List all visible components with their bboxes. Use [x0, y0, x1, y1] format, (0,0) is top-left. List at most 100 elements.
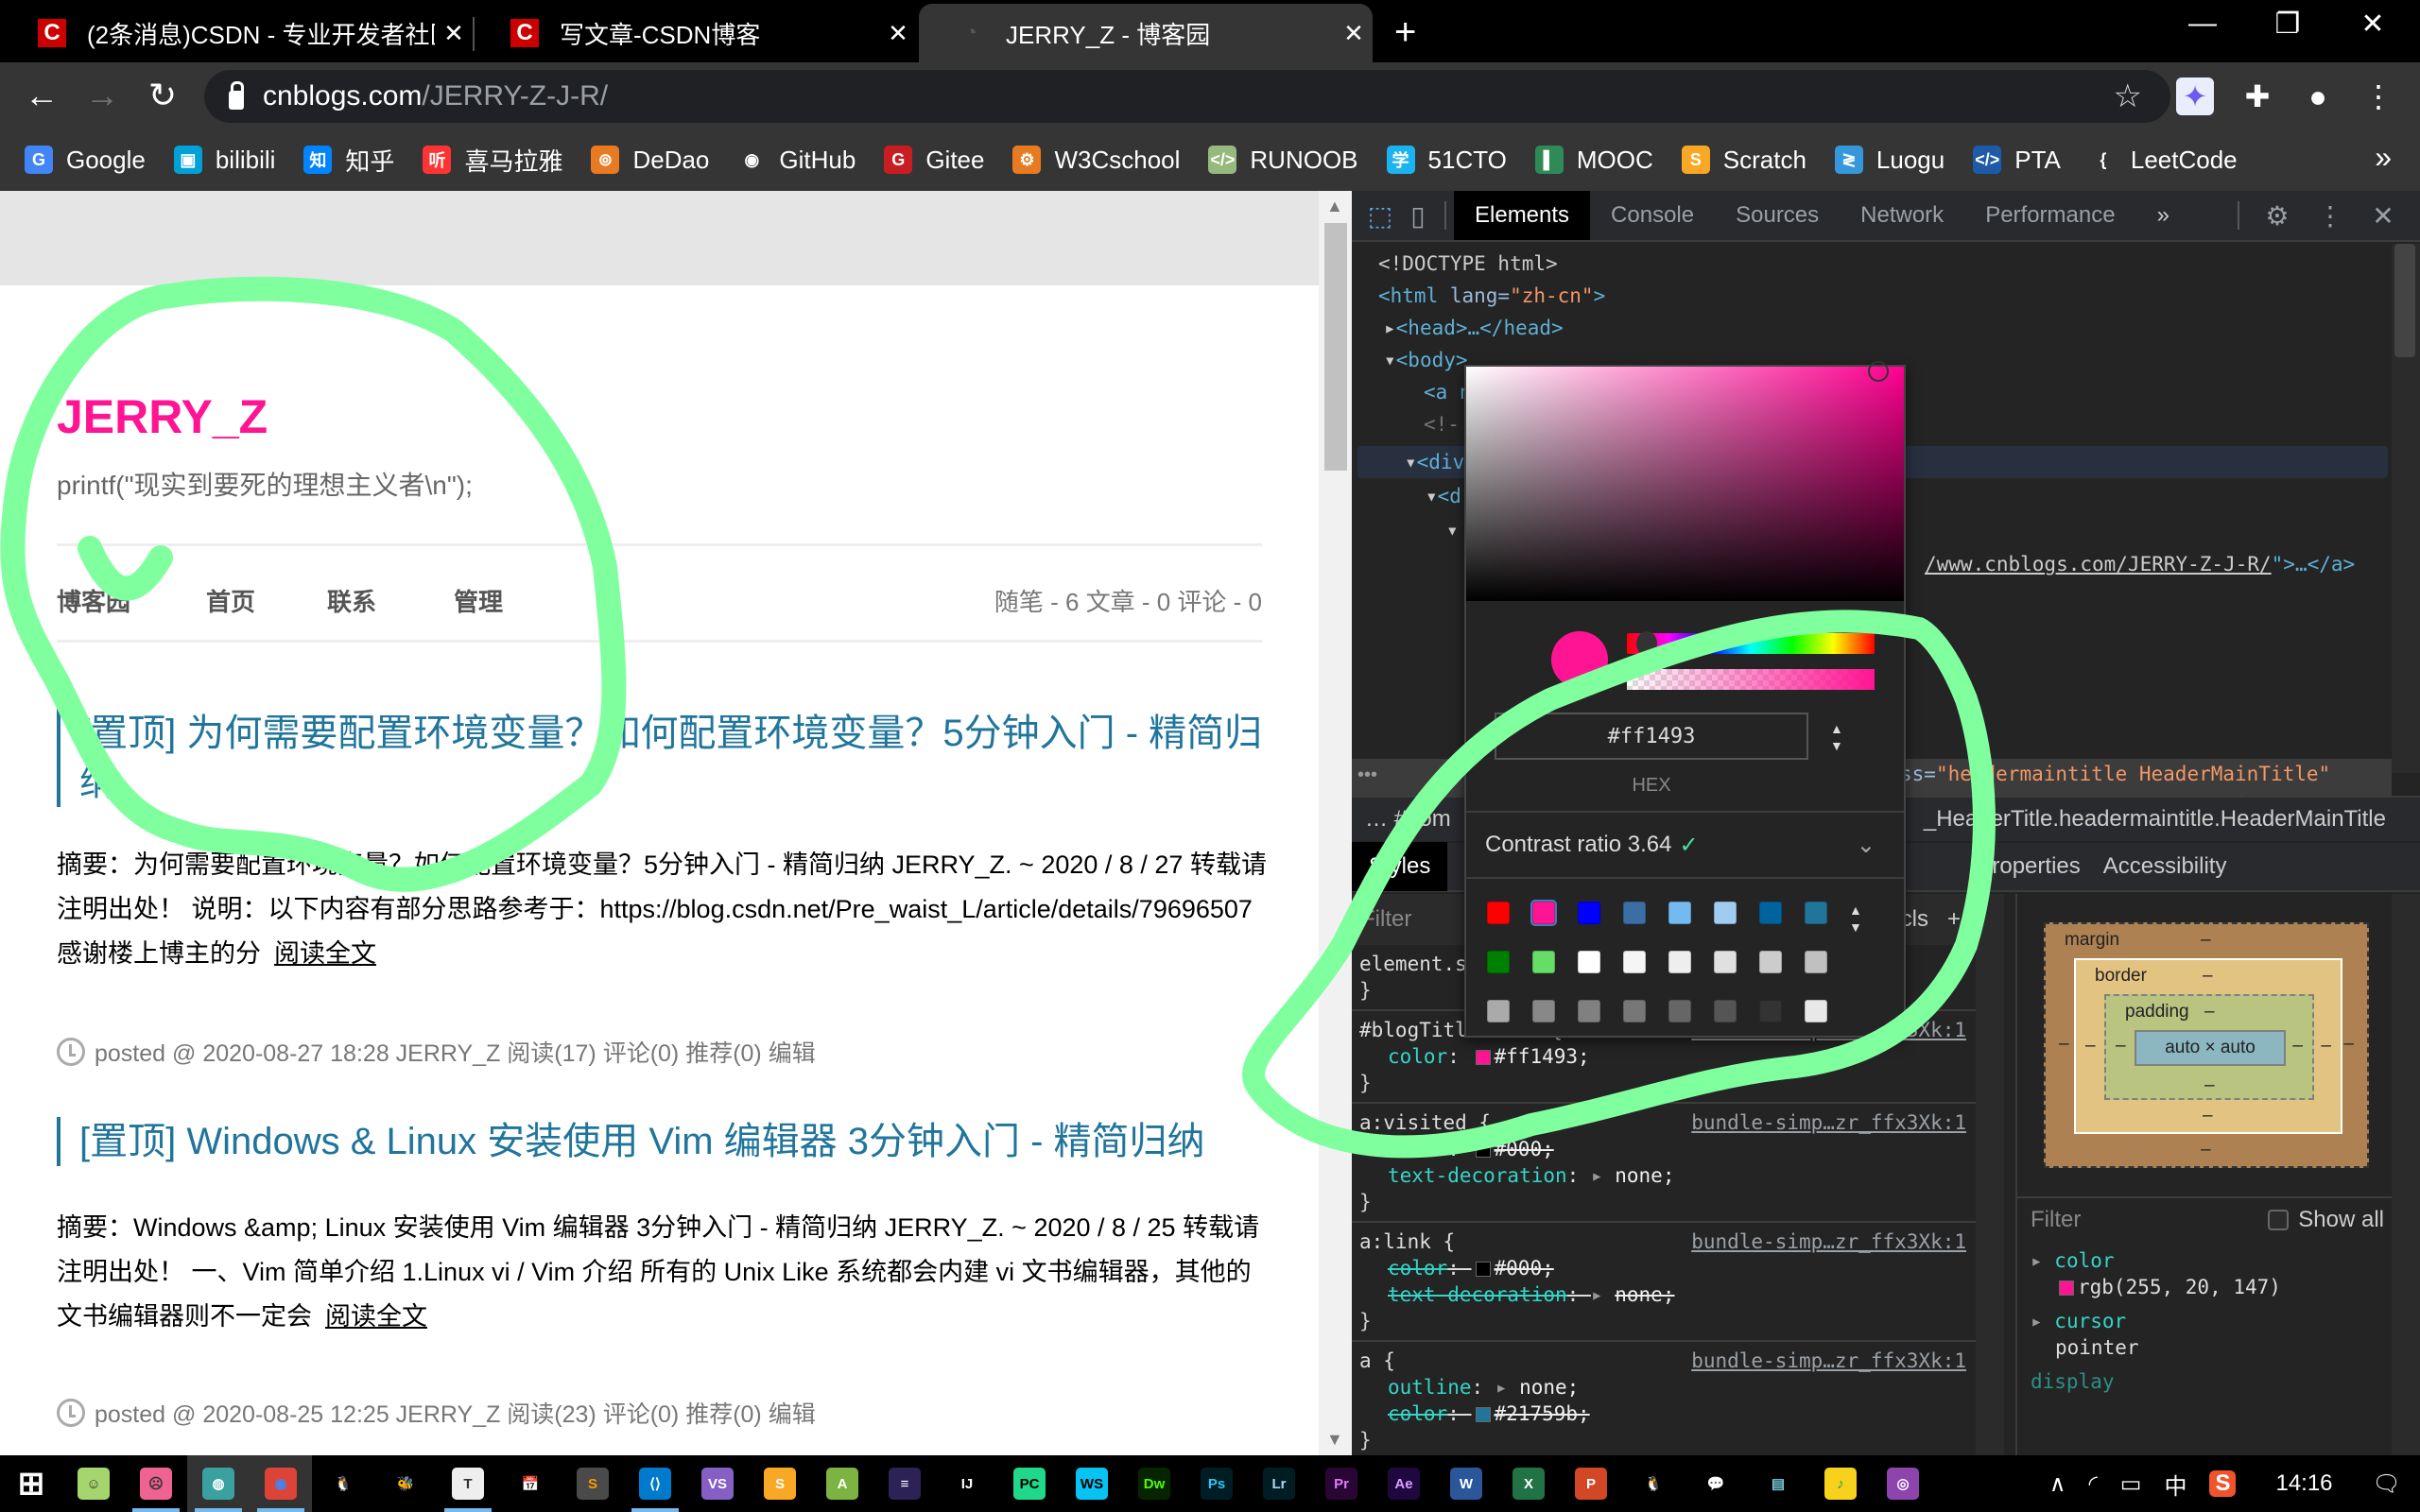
battery-icon[interactable]: ▭	[2120, 1470, 2142, 1498]
color-swatch-icon[interactable]	[1475, 1262, 1491, 1277]
hue-slider-handle[interactable]	[1636, 631, 1657, 656]
subtab-accessibility[interactable]: Accessibility	[2103, 853, 2227, 880]
inspect-element-icon[interactable]: ⬚	[1361, 197, 1399, 234]
url-text[interactable]: cnblogs.com/JERRY-Z-J-R/	[263, 80, 608, 112]
taskbar-powerpoint[interactable]: P	[1560, 1455, 1622, 1512]
collapse-triangle-icon[interactable]: ▾	[1405, 451, 1417, 473]
palette-swatch[interactable]	[1805, 1000, 1827, 1022]
post-title-link[interactable]: [置顶] 为何需要配置环境变量？如何配置环境变量？5分钟入门 - 精简归纳	[57, 709, 1276, 807]
collapse-triangle-icon[interactable]: ▾	[1384, 349, 1396, 371]
reload-icon[interactable]: ↻	[142, 76, 183, 115]
browser-menu-icon[interactable]: ⋮	[2360, 77, 2397, 115]
taskbar-qq-linux[interactable]: 🐧	[312, 1455, 374, 1512]
color-swatch-icon[interactable]	[1475, 1143, 1491, 1158]
rule-source-link[interactable]: bundle-simp…zr_ffx3Xk:1	[1691, 1228, 1966, 1255]
property-value[interactable]: #000;	[1495, 1257, 1554, 1280]
palette-swatch[interactable]	[1668, 951, 1691, 973]
taskbar-excel[interactable]: X	[1497, 1455, 1560, 1512]
taskbar-webstorm[interactable]: WS	[1061, 1455, 1123, 1512]
bookmark-leetcode[interactable]: {LeetCode	[2088, 146, 2238, 175]
palette-swatch[interactable]	[1487, 951, 1510, 973]
expand-triangle-icon[interactable]: ▸	[1495, 1376, 1519, 1399]
read-more-link[interactable]: 阅读全文	[325, 1302, 427, 1331]
color-handle[interactable]	[1868, 361, 1889, 382]
minimize-button[interactable]: —	[2174, 8, 2231, 40]
tab-elements[interactable]: Elements	[1454, 191, 1591, 240]
palette-swatch[interactable]	[1532, 1000, 1555, 1022]
wifi-icon[interactable]: ◜	[2088, 1470, 2097, 1498]
sogou-input-icon[interactable]: S	[2209, 1470, 2237, 1497]
taskbar-qq-music[interactable]: ♪	[1809, 1455, 1872, 1512]
property-value[interactable]: none;	[1615, 1164, 1674, 1187]
browser-tab-cnblogs[interactable]: ◔ JERRY_Z - 博客园 ✕	[919, 4, 1373, 62]
palette-swatch[interactable]	[1623, 1000, 1646, 1022]
alpha-slider[interactable]	[1627, 669, 1875, 690]
color-swatch-icon[interactable]	[1475, 1407, 1491, 1422]
rule-source-link[interactable]: bundle-simp…zr_ffx3Xk:1	[1691, 1348, 1966, 1374]
device-toolbar-icon[interactable]: ▯	[1399, 197, 1437, 234]
palette-swatch[interactable]	[1805, 951, 1827, 973]
taskbar-dreamweaver[interactable]: Dw	[1123, 1455, 1185, 1512]
saturation-value-area[interactable]	[1466, 361, 1904, 601]
style-declaration[interactable]: outline: ▸ none;	[1359, 1374, 1968, 1400]
taskbar-visual-studio[interactable]: VS	[686, 1455, 749, 1512]
style-declaration[interactable]: text-decoration: ▸ none;	[1359, 1281, 1968, 1308]
expand-triangle-icon[interactable]: ▸	[1591, 1283, 1615, 1306]
bookmarks-overflow-icon[interactable]: »	[2375, 140, 2392, 175]
tab-close-icon[interactable]: ✕	[435, 19, 473, 48]
expand-triangle-icon[interactable]: ▸	[1591, 1164, 1615, 1187]
taskbar-typora[interactable]: T	[437, 1455, 499, 1512]
property-value[interactable]: none;	[1615, 1283, 1674, 1306]
palette-swatch[interactable]	[1714, 951, 1737, 973]
palette-swatch[interactable]	[1623, 902, 1646, 924]
property-name[interactable]: color	[1388, 1257, 1447, 1280]
current-color-swatch[interactable]	[1551, 631, 1608, 688]
dom-comment-node[interactable]: <!-	[1424, 408, 1460, 440]
computed-property[interactable]: ▸ cursor pointer	[2017, 1304, 2394, 1365]
computed-property[interactable]: display	[2017, 1365, 2394, 1399]
nav-contact[interactable]: 联系	[327, 583, 376, 618]
bookmark--[interactable]: 听喜马拉雅	[423, 143, 562, 178]
tray-overflow-chevron-icon[interactable]: ∧	[2049, 1470, 2066, 1498]
tab-network[interactable]: Network	[1840, 191, 1964, 240]
taskbar-chat-app[interactable]: ▤	[1747, 1455, 1809, 1512]
tab-close-icon[interactable]: ✕	[879, 19, 917, 48]
bookmark-pta[interactable]: </> PTA	[1973, 146, 2061, 175]
taskbar-music-player[interactable]: ◎	[1872, 1455, 1934, 1512]
palette-swatch[interactable]	[1759, 1000, 1782, 1022]
extensions-puzzle-icon[interactable]: ✚	[2238, 77, 2276, 115]
bookmark-google[interactable]: G Google	[25, 146, 146, 175]
more-tabs-icon[interactable]: »	[2136, 191, 2190, 240]
taskbar-vscode[interactable]: ⟨⟩	[624, 1455, 686, 1512]
taskbar-premiere[interactable]: Pr	[1310, 1455, 1373, 1512]
scroll-down-arrow-icon[interactable]: ▼	[1326, 1430, 1343, 1450]
expand-triangle-icon[interactable]: ▸	[2031, 1310, 2054, 1332]
taskbar-bee-app[interactable]: 🐝	[374, 1455, 437, 1512]
taskbar-qq[interactable]: 🐧	[1622, 1455, 1685, 1512]
blog-title-link[interactable]: JERRY_Z	[57, 389, 268, 444]
format-toggle-icon[interactable]: ▲ ▼	[1830, 720, 1843, 754]
bookmark-dedao[interactable]: ⊚ DeDao	[591, 146, 709, 175]
scrollbar-thumb[interactable]	[2394, 244, 2415, 357]
page-scrollbar[interactable]: ▲ ▼	[1319, 191, 1352, 1455]
property-name[interactable]: color	[1388, 1402, 1447, 1425]
computed-property[interactable]: ▸ color rgb(255, 20, 147)	[2017, 1244, 2394, 1304]
browser-tab-csdn-write[interactable]: C 写文章-CSDN博客 ✕	[473, 4, 917, 62]
dom-scrollbar[interactable]	[2392, 244, 2420, 773]
palette-swatch[interactable]	[1668, 1000, 1691, 1022]
bookmark-bilibili[interactable]: ▣ bilibili	[173, 146, 275, 175]
post-title-link[interactable]: [置顶] Windows & Linux 安装使用 Vim 编辑器 3分钟入门 …	[57, 1117, 1276, 1166]
href-link[interactable]: /www.cnblogs.com/JERRY-Z-J-R/	[1925, 553, 2272, 576]
taskbar-frown-feedback[interactable]: ☹	[125, 1455, 187, 1512]
expand-triangle-icon[interactable]: ▸	[1384, 317, 1396, 339]
bookmark-runoob[interactable]: </> RUNOOB	[1208, 146, 1358, 175]
tab-performance[interactable]: Performance	[1964, 191, 2135, 240]
dom-href-node[interactable]: /www.cnblogs.com/JERRY-Z-J-R/">…</a>	[1925, 548, 2355, 580]
dom-child-node[interactable]: ▾<d	[1426, 480, 1461, 512]
hue-slider[interactable]	[1627, 633, 1875, 654]
dom-doctype[interactable]: <!DOCTYPE html>	[1378, 248, 1558, 280]
tab-close-icon[interactable]: ✕	[1335, 19, 1373, 48]
taskbar-pycharm[interactable]: PC	[998, 1455, 1061, 1512]
bookmark-51cto[interactable]: 学 51CTO	[1386, 146, 1507, 175]
computed-scrollbar[interactable]	[2392, 894, 2420, 1455]
